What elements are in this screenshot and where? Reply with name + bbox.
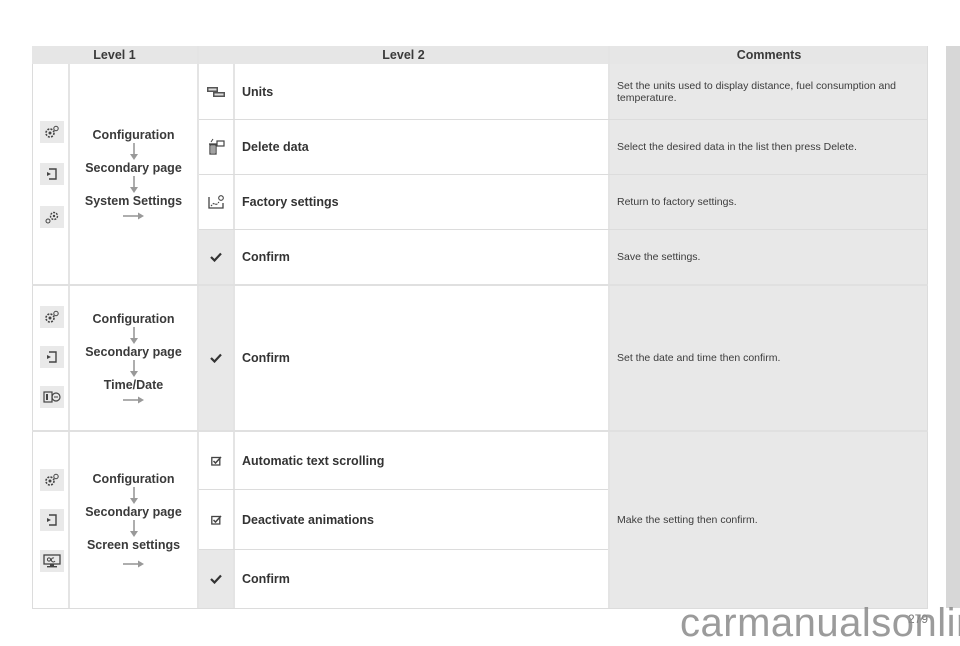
menu-item-confirm[interactable]: Confirm — [235, 230, 608, 284]
time-date-icon — [40, 386, 64, 408]
path-step-system-settings: System Settings — [84, 193, 183, 208]
arrow-right-icon — [122, 560, 144, 567]
settings-gears-icon — [40, 306, 64, 328]
secondary-page-icon — [40, 346, 64, 368]
checkmark-icon — [199, 286, 233, 430]
menu-item-automatic-text-scrolling[interactable]: Automatic text scrolling — [235, 432, 608, 489]
path-step-configuration: Configuration — [92, 127, 175, 142]
watermark: carmanualsonline.info — [680, 601, 960, 645]
checkmark-icon — [199, 230, 233, 284]
factory-settings-icon — [199, 175, 233, 229]
path-step-secondary-page: Secondary page — [85, 160, 182, 175]
menu-item-label: Confirm — [242, 572, 290, 586]
arrow-down-icon — [129, 519, 138, 537]
menu-item-factory-settings[interactable]: Factory settings — [235, 175, 608, 229]
menu-item-label: Units — [242, 84, 274, 99]
secondary-page-icon — [40, 163, 64, 185]
checkmark-icon — [199, 550, 233, 608]
settings-gears-icon — [40, 469, 64, 491]
arrow-down-icon — [129, 326, 138, 344]
comment-text: Return to factory settings. — [617, 196, 737, 208]
menu-item-units[interactable]: Units — [235, 64, 608, 119]
chapter-side-tab — [946, 46, 960, 608]
arrow-down-icon — [129, 142, 138, 160]
path-step-secondary-page: Secondary page — [85, 504, 182, 519]
header-comments: Comments — [610, 46, 928, 64]
menu-item-confirm[interactable]: Confirm — [235, 550, 608, 608]
menu-item-confirm[interactable]: Confirm — [235, 286, 608, 430]
path-step-configuration: Configuration — [92, 471, 175, 486]
menu-item-deactivate-animations[interactable]: Deactivate animations — [235, 490, 608, 549]
comment-text: Save the settings. — [617, 251, 701, 263]
border-right — [927, 46, 928, 608]
arrow-down-icon — [129, 175, 138, 193]
menu-path-time-date: Configuration Secondary page Time/Date — [70, 286, 197, 430]
comment-time-date: Set the date and time then confirm. — [610, 286, 927, 430]
arrow-right-icon — [122, 396, 144, 403]
menu-item-label: Deactivate animations — [242, 512, 374, 527]
header-level-2: Level 2 — [199, 46, 608, 64]
path-step-configuration: Configuration — [92, 311, 175, 326]
secondary-page-icon — [40, 509, 64, 531]
comment-screen-settings: Make the setting then confirm. — [610, 432, 927, 608]
arrow-down-icon — [129, 486, 138, 504]
menu-item-label: Confirm — [242, 250, 290, 264]
units-icon — [199, 64, 233, 119]
menu-path-screen-settings: Configuration Secondary page Screen sett… — [70, 432, 197, 608]
comment-delete-data: Select the desired data in the list then… — [610, 120, 927, 174]
comment-text: Make the setting then confirm. — [617, 514, 758, 526]
header-level-1: Level 1 — [32, 46, 197, 64]
menu-path-system-settings: Configuration Secondary page System Sett… — [70, 64, 197, 284]
comment-text: Set the date and time then confirm. — [617, 352, 781, 364]
comment-factory-settings: Return to factory settings. — [610, 175, 927, 229]
border-left — [32, 64, 33, 608]
comment-text: Set the units used to display distance, … — [617, 79, 897, 104]
path-step-secondary-page: Secondary page — [85, 344, 182, 359]
comment-confirm: Save the settings. — [610, 230, 927, 284]
delete-data-icon — [199, 120, 233, 174]
comment-text: Select the desired data in the list then… — [617, 141, 857, 153]
arrow-down-icon — [129, 359, 138, 377]
screen-settings-icon — [40, 550, 64, 572]
menu-item-label: Confirm — [242, 351, 290, 365]
menu-item-label: Delete data — [242, 140, 309, 154]
menu-item-label: Automatic text scrolling — [242, 453, 385, 468]
system-settings-icon — [40, 206, 64, 228]
settings-gears-icon — [40, 121, 64, 143]
path-step-time-date: Time/Date — [103, 377, 164, 392]
comment-units: Set the units used to display distance, … — [610, 64, 927, 119]
menu-item-delete-data[interactable]: Delete data — [235, 120, 608, 174]
checkbox-icon — [199, 432, 233, 489]
checkbox-icon — [199, 490, 233, 549]
menu-item-label: Factory settings — [242, 195, 339, 209]
path-step-screen-settings: Screen settings — [86, 537, 181, 552]
arrow-right-icon — [122, 212, 144, 219]
